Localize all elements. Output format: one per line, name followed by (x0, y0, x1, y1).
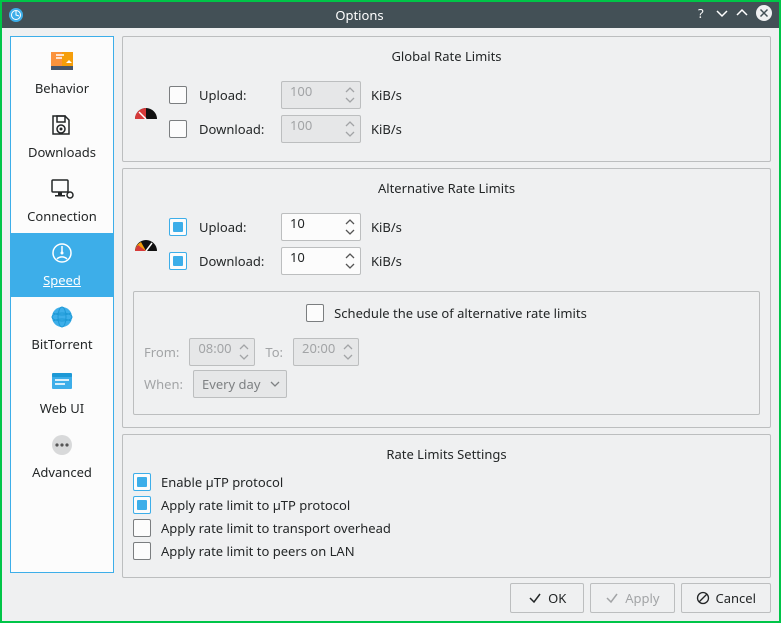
titlebar: Options ? (2, 2, 779, 28)
global-download-label: Download: (199, 120, 271, 138)
speed-icon (50, 241, 74, 265)
ok-button[interactable]: OK (510, 583, 584, 613)
to-time-spin[interactable]: 20:00 (293, 338, 359, 366)
connection-icon (50, 177, 74, 201)
cancel-label: Cancel (716, 589, 756, 607)
schedule-enable-label: Schedule the use of alternative rate lim… (334, 304, 587, 322)
webui-icon (50, 369, 74, 393)
limit-overhead-checkbox[interactable] (133, 519, 151, 537)
spin-buttons[interactable] (344, 85, 360, 105)
minimize-icon[interactable] (715, 6, 729, 24)
cancel-button[interactable]: Cancel (681, 583, 771, 613)
apply-label: Apply (625, 589, 659, 607)
alt-upload-checkbox[interactable] (169, 218, 187, 236)
global-download-spin[interactable]: 100 (281, 115, 361, 143)
svg-text:?: ? (698, 6, 704, 20)
sidebar-item-connection[interactable]: Connection (11, 169, 113, 233)
sidebar-item-bittorrent[interactable]: BitTorrent (11, 297, 113, 361)
global-upload-checkbox[interactable] (169, 86, 187, 104)
when-combo[interactable]: Every day (193, 370, 287, 398)
when-label: When: (144, 375, 183, 393)
from-label: From: (144, 343, 179, 361)
enable-utp-label: Enable µTP protocol (161, 473, 283, 491)
spin-buttons[interactable] (344, 119, 360, 139)
app-icon (2, 7, 24, 23)
sidebar-item-label: Downloads (28, 143, 96, 161)
sidebar-item-label: Advanced (32, 463, 92, 481)
unit-label: KiB/s (371, 120, 431, 138)
alternative-rate-limits-group: Alternative Rate Limits Upload: 10 (122, 168, 771, 428)
check-icon (605, 591, 619, 605)
global-upload-spin[interactable]: 100 (281, 81, 361, 109)
speedometer-icon (133, 103, 159, 121)
cancel-icon (696, 591, 710, 605)
window-title: Options (24, 6, 695, 24)
maximize-icon[interactable] (735, 6, 749, 24)
limit-utp-label: Apply rate limit to µTP protocol (161, 496, 350, 514)
bittorrent-icon (50, 305, 74, 329)
limit-overhead-label: Apply rate limit to transport overhead (161, 519, 391, 537)
spin-buttons[interactable] (342, 342, 358, 362)
enable-utp-checkbox[interactable] (133, 473, 151, 491)
check-icon (528, 591, 542, 605)
sidebar-item-label: Behavior (35, 79, 89, 97)
sidebar-item-label: BitTorrent (31, 335, 92, 353)
spin-buttons[interactable] (238, 342, 254, 362)
global-rate-limits-group: Global Rate Limits Upload: 100 (122, 36, 771, 162)
spin-buttons[interactable] (344, 217, 360, 237)
sidebar-item-label: Speed (43, 271, 81, 289)
alt-upload-label: Upload: (199, 218, 271, 236)
global-download-checkbox[interactable] (169, 120, 187, 138)
speedometer-alt-icon (133, 235, 159, 253)
limit-lan-label: Apply rate limit to peers on LAN (161, 542, 355, 560)
unit-label: KiB/s (371, 218, 431, 236)
schedule-enable-checkbox[interactable] (306, 304, 324, 322)
advanced-icon (50, 433, 74, 457)
when-value: Every day (202, 375, 260, 393)
unit-label: KiB/s (371, 252, 431, 270)
to-label: To: (265, 343, 283, 361)
dialog-button-row: OK Apply Cancel (10, 573, 771, 613)
ok-label: OK (548, 589, 566, 607)
sidebar-item-label: Web UI (40, 399, 84, 417)
alt-upload-spin[interactable]: 10 (281, 213, 361, 241)
schedule-subgroup: Schedule the use of alternative rate lim… (133, 291, 760, 415)
limit-utp-checkbox[interactable] (133, 496, 151, 514)
alt-download-spin[interactable]: 10 (281, 247, 361, 275)
from-time-spin[interactable]: 08:00 (189, 338, 255, 366)
spin-buttons[interactable] (344, 251, 360, 271)
sidebar-item-speed[interactable]: Speed (11, 233, 113, 297)
sidebar-item-behavior[interactable]: Behavior (11, 41, 113, 105)
behavior-icon (50, 49, 74, 73)
close-icon[interactable] (755, 4, 773, 26)
limit-lan-checkbox[interactable] (133, 542, 151, 560)
content-area: Global Rate Limits Upload: 100 (122, 36, 771, 573)
group-title: Alternative Rate Limits (133, 179, 760, 197)
alt-download-label: Download: (199, 252, 271, 270)
alt-download-checkbox[interactable] (169, 252, 187, 270)
sidebar-item-label: Connection (27, 207, 97, 225)
group-title: Rate Limits Settings (133, 445, 760, 463)
sidebar-item-webui[interactable]: Web UI (11, 361, 113, 425)
global-upload-label: Upload: (199, 86, 271, 104)
chevron-down-icon (270, 381, 280, 387)
apply-button[interactable]: Apply (590, 583, 674, 613)
help-icon[interactable]: ? (695, 6, 709, 24)
group-title: Global Rate Limits (133, 47, 760, 65)
unit-label: KiB/s (371, 86, 431, 104)
sidebar-item-advanced[interactable]: Advanced (11, 425, 113, 489)
category-sidebar: Behavior Downloads Connection Speed (10, 36, 114, 573)
rate-limits-settings-group: Rate Limits Settings Enable µTP protocol… (122, 434, 771, 578)
sidebar-item-downloads[interactable]: Downloads (11, 105, 113, 169)
downloads-icon (50, 113, 74, 137)
